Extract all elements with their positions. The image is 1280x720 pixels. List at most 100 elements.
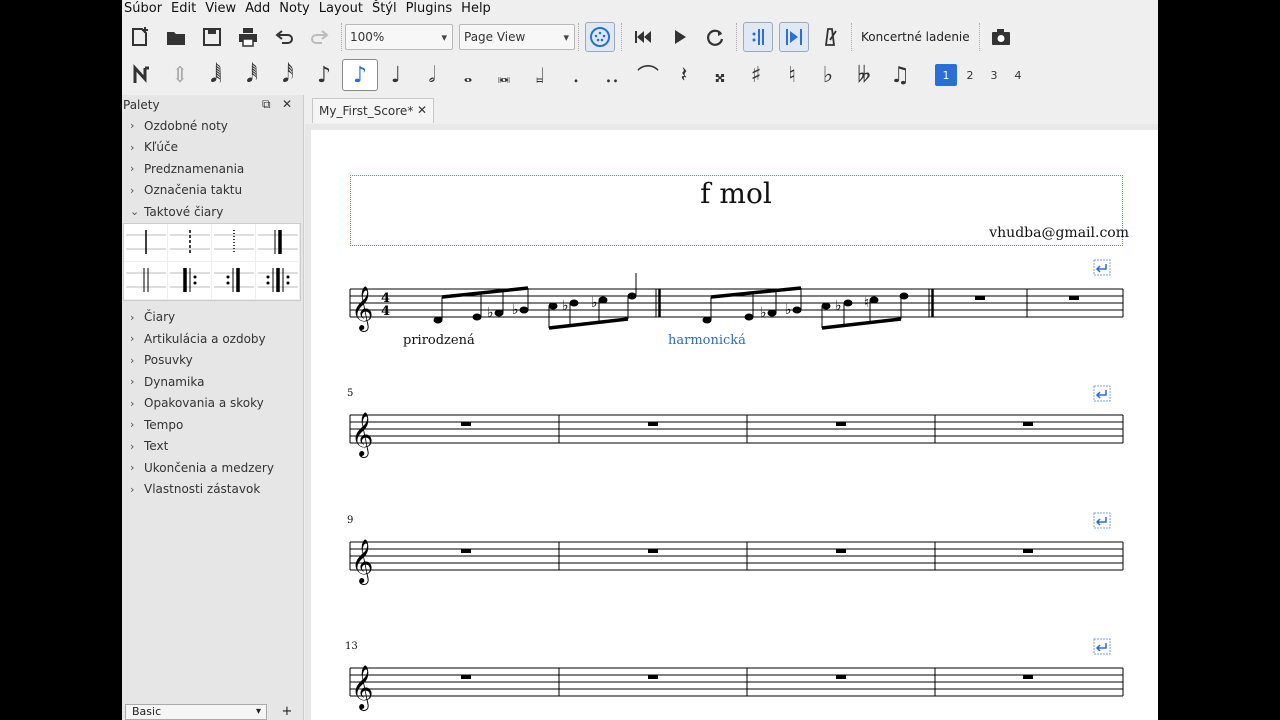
- barline-dashed[interactable]: [168, 223, 212, 262]
- duration-64th-button[interactable]: 𝅘𝅥𝅲: [198, 59, 234, 91]
- staff-text-natural[interactable]: prirodzená: [403, 333, 475, 348]
- duration-breve-button[interactable]: 𝅜: [486, 59, 522, 91]
- menu-help[interactable]: Help: [459, 1, 498, 16]
- palette-item-barlines[interactable]: ⌄ Taktové čiary: [122, 201, 303, 223]
- system-break-icon[interactable]: [1093, 259, 1111, 276]
- measure-1-notes[interactable]: ♭ ♭ ♭ ♭: [433, 273, 637, 330]
- duration-8th-button[interactable]: ♪: [306, 59, 342, 91]
- staff-text-harmonic[interactable]: harmonická: [668, 333, 746, 348]
- midi-input-button[interactable]: [585, 22, 615, 52]
- palette-item-grace-notes[interactable]: › Ozdobné noty: [122, 115, 303, 137]
- pan-score-button[interactable]: [779, 22, 809, 52]
- natural-button[interactable]: ♮: [774, 59, 810, 91]
- system-break-icon[interactable]: [1093, 385, 1111, 402]
- zoom-combo[interactable]: 100% ▾: [345, 24, 453, 50]
- barline-final[interactable]: [256, 223, 300, 262]
- print-button[interactable]: [233, 22, 263, 52]
- measure-2-notes[interactable]: ♭ ♭ ♭ ♮: [702, 286, 909, 330]
- close-icon[interactable]: ✕: [417, 103, 427, 117]
- barline-dotted[interactable]: [212, 223, 256, 262]
- note-input-mode-button[interactable]: [122, 59, 162, 91]
- system-break-icon[interactable]: [1093, 638, 1111, 655]
- palette-item-label: Opakovania a skoky: [144, 396, 264, 411]
- menu-plugins[interactable]: Plugins: [404, 1, 460, 16]
- menu-style[interactable]: Štýl: [370, 1, 404, 16]
- play-repeats-button[interactable]: [743, 22, 773, 52]
- palette-item-key-signatures[interactable]: › Predznamenania: [122, 158, 303, 180]
- palette-item-fretboard[interactable]: › Vlastnosti zástavok: [122, 479, 303, 501]
- palette-item-breaks[interactable]: › Ukončenia a medzery: [122, 457, 303, 479]
- duration-8th-active-button[interactable]: ♪: [342, 59, 378, 91]
- menu-add[interactable]: Add: [243, 1, 277, 16]
- redo-button[interactable]: [305, 22, 335, 52]
- duration-16th-button[interactable]: 𝅘𝅥𝅰: [270, 59, 306, 91]
- palette-item-articulations[interactable]: › Artikulácia a ozdoby: [122, 328, 303, 350]
- menu-view[interactable]: View: [203, 1, 243, 16]
- tie-button[interactable]: ⌒: [630, 59, 666, 91]
- concert-pitch-toggle[interactable]: Koncertné ladenie: [855, 30, 976, 44]
- barline-start-repeat[interactable]: [168, 261, 212, 300]
- undo-icon: [275, 30, 293, 44]
- play-icon: [675, 30, 686, 44]
- palette-item-tempo[interactable]: › Tempo: [122, 414, 303, 436]
- voice-2-button[interactable]: 2: [959, 64, 981, 86]
- voice-1-button[interactable]: 1: [935, 64, 957, 86]
- barline-single[interactable]: [124, 223, 168, 262]
- augmentation-dot-button[interactable]: .: [558, 59, 594, 91]
- duration-whole-button[interactable]: 𝅝: [450, 59, 486, 91]
- menu-layout[interactable]: Layout: [317, 1, 370, 16]
- score-page[interactable]: f mol vhudba@gmail.com 𝄞 4 4 ♭ ♭ ♭ ♭ ♭ ♭…: [311, 130, 1158, 720]
- flat-button[interactable]: ♭: [810, 59, 846, 91]
- view-mode-combo[interactable]: Page View ▾: [459, 24, 575, 50]
- voice-3-button[interactable]: 3: [983, 64, 1005, 86]
- workspace-combo[interactable]: Basic ▾: [125, 704, 267, 720]
- staff-system-3[interactable]: [349, 541, 1124, 571]
- palette-item-lines[interactable]: › Čiary: [122, 307, 303, 329]
- metronome-button[interactable]: [815, 22, 845, 52]
- tab-my-first-score[interactable]: My_First_Score* ✕: [312, 98, 434, 123]
- score-canvas[interactable]: f mol vhudba@gmail.com 𝄞 4 4 ♭ ♭ ♭ ♭ ♭ ♭…: [305, 124, 1158, 720]
- save-button[interactable]: [197, 22, 227, 52]
- menu-file[interactable]: Súbor: [122, 1, 169, 16]
- palette-item-clefs[interactable]: › Kľúče: [122, 137, 303, 159]
- barline-double[interactable]: [124, 261, 168, 300]
- note-8th-icon: ♪: [316, 62, 332, 88]
- palette-item-text[interactable]: › Text: [122, 436, 303, 458]
- flip-direction-button[interactable]: ♫: [882, 59, 918, 91]
- duration-half-button[interactable]: 𝅗𝅥: [414, 59, 450, 91]
- undock-icon[interactable]: ⧉: [262, 97, 271, 112]
- rewind-button[interactable]: [628, 22, 658, 52]
- whole-rest-icon: [1023, 422, 1033, 426]
- palette-item-time-signatures[interactable]: › Označenia taktu: [122, 180, 303, 202]
- chevron-down-icon: ▾: [441, 31, 447, 44]
- image-capture-button[interactable]: [986, 22, 1016, 52]
- palette-item-repeats[interactable]: › Opakovania a skoky: [122, 393, 303, 415]
- add-workspace-button[interactable]: +: [277, 704, 297, 720]
- double-dot-button[interactable]: ..: [594, 59, 630, 91]
- whole-rest-icon[interactable]: [1069, 296, 1079, 300]
- voice-4-button[interactable]: 4: [1007, 64, 1029, 86]
- menu-edit[interactable]: Edit: [169, 1, 203, 16]
- whole-rest-icon[interactable]: [975, 296, 985, 300]
- staff-system-2[interactable]: [349, 414, 1124, 444]
- palette-item-accidentals[interactable]: › Posuvky: [122, 350, 303, 372]
- barline-end-repeat[interactable]: [212, 261, 256, 300]
- open-button[interactable]: [161, 22, 191, 52]
- double-flat-button[interactable]: 𝄫: [846, 59, 882, 91]
- palette-item-dynamics[interactable]: › Dynamika: [122, 371, 303, 393]
- play-button[interactable]: [664, 22, 694, 52]
- sharp-button[interactable]: ♯: [738, 59, 774, 91]
- duration-longa-button[interactable]: 𝆷: [522, 59, 558, 91]
- new-score-button[interactable]: [125, 22, 155, 52]
- duration-32nd-button[interactable]: 𝅘𝅥𝅱: [234, 59, 270, 91]
- menu-notes[interactable]: Noty: [277, 1, 316, 16]
- rest-button[interactable]: 𝄽: [666, 59, 702, 91]
- barline-end-start-repeat[interactable]: [256, 261, 300, 300]
- undo-button[interactable]: [269, 22, 299, 52]
- double-sharp-button[interactable]: 𝄪: [702, 59, 738, 91]
- staff-system-4[interactable]: [349, 667, 1124, 697]
- close-icon[interactable]: ✕: [282, 97, 292, 111]
- system-break-icon[interactable]: [1093, 512, 1111, 529]
- loop-button[interactable]: [700, 22, 730, 52]
- duration-quarter-button[interactable]: ♩: [378, 59, 414, 91]
